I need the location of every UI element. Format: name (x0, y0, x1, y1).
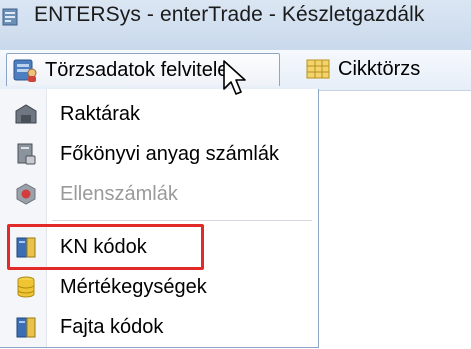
title-bar: ENTERSys - enterTrade - Készletgazdálk (0, 0, 471, 51)
app-icon (2, 8, 18, 26)
mouse-cursor-icon (223, 60, 246, 95)
window-title: ENTERSys - enterTrade - Készletgazdálk (34, 3, 425, 26)
menu-item-label: Fajta kódok (60, 315, 164, 338)
menu-item-ellenszamlak[interactable]: Ellenszámlák (0, 174, 318, 214)
book-binder-icon (16, 317, 36, 338)
menu-separator (52, 220, 312, 221)
ledger-book-icon (17, 143, 36, 165)
dropdown-menu: Raktárak Főkönyvi anyag számlák Ellenszá… (0, 89, 319, 348)
menu-label-torzsadatok: Törzsadatok felvitele (45, 58, 229, 81)
menu-item-label: Ellenszámlák (60, 182, 178, 205)
menu-cikktorzs[interactable]: Cikktörzs (300, 53, 470, 85)
red-hexagon-icon (16, 183, 36, 205)
menu-item-fajta-kodok[interactable]: Fajta kódok (0, 307, 318, 347)
menu-item-label: Mértékegységek (60, 275, 207, 298)
database-cylinder-icon (17, 276, 35, 298)
highlight-annotation (7, 224, 204, 270)
menu-item-raktarak[interactable]: Raktárak (0, 94, 318, 134)
menu-item-fokonyvi-anyag-szamlak[interactable]: Főkönyvi anyag számlák (0, 134, 318, 174)
table-grid-icon (306, 59, 330, 79)
menu-item-mertekegysegek[interactable]: Mértékegységek (0, 267, 318, 307)
database-user-icon (13, 59, 37, 82)
menu-item-label: Főkönyvi anyag számlák (60, 142, 279, 165)
warehouse-icon (15, 104, 37, 124)
menu-label-cikktorzs: Cikktörzs (338, 57, 421, 80)
menu-item-label: Raktárak (60, 102, 141, 125)
